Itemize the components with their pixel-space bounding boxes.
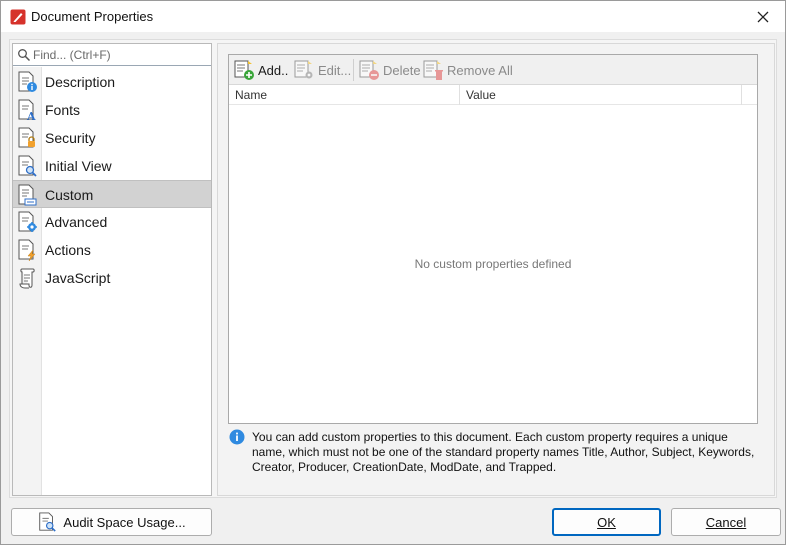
window-title: Document Properties: [31, 9, 154, 24]
sidebar-item-javascript[interactable]: JavaScript: [13, 264, 211, 292]
document-properties-dialog: Document Properties Find... (Ctrl+F) Des…: [0, 0, 786, 545]
column-resize-handle[interactable]: [741, 85, 742, 105]
close-button[interactable]: [741, 1, 785, 32]
audit-space-usage-button[interactable]: Audit Space Usage...: [11, 508, 212, 536]
column-header-name[interactable]: Name: [235, 88, 267, 102]
sidebar-item-label: Actions: [45, 242, 91, 258]
search-input[interactable]: [33, 46, 209, 63]
document-lock-icon: [18, 127, 35, 148]
sidebar-item-label: Advanced: [45, 214, 108, 230]
ok-button-label: OK: [597, 514, 616, 530]
empty-table-message: No custom properties defined: [414, 257, 572, 271]
document-magnifier-icon: [18, 155, 37, 177]
document-custom-icon: [18, 184, 37, 206]
remove-all-button-label: Remove All: [447, 62, 513, 78]
info-icon: [229, 429, 245, 445]
edit-button-label: Edit...: [318, 62, 352, 78]
table-header: Name Value: [229, 85, 757, 105]
sidebar-item-label: Security: [45, 130, 96, 146]
sidebar-item-label: Custom: [45, 187, 94, 203]
category-sidebar: Description A Fonts Security: [12, 43, 212, 496]
sidebar-item-label: Description: [45, 74, 116, 90]
sidebar-item-fonts[interactable]: A Fonts: [13, 96, 211, 124]
custom-properties-table: Add.. Edit... Delete Remove All Name Val…: [228, 54, 758, 424]
delete-button[interactable]: Delete: [358, 58, 421, 82]
sidebar-item-label: Initial View: [45, 158, 112, 174]
add-property-icon: [234, 60, 254, 80]
add-button-label: Add..: [258, 62, 289, 78]
document-info-icon: [18, 71, 37, 92]
svg-text:A: A: [26, 110, 36, 121]
sidebar-item-label: Fonts: [45, 102, 81, 118]
delete-property-icon: [359, 60, 379, 80]
sidebar-item-custom[interactable]: Custom: [13, 180, 211, 208]
remove-all-icon: [423, 60, 443, 80]
search-box: [13, 44, 211, 66]
category-list: Description A Fonts Security Initial Vie…: [13, 68, 211, 292]
info-message: You can add custom properties to this do…: [252, 430, 755, 474]
document-lightning-icon: [18, 239, 36, 261]
delete-button-label: Delete: [383, 62, 421, 78]
ok-button[interactable]: OK: [552, 508, 661, 536]
title-bar: Document Properties: [1, 1, 785, 32]
column-header-value[interactable]: Value: [466, 88, 496, 102]
cancel-button[interactable]: Cancel: [671, 508, 781, 536]
document-magnifier-icon: [39, 512, 57, 532]
sidebar-item-actions[interactable]: Actions: [13, 236, 211, 264]
script-scroll-icon: [19, 268, 35, 289]
search-icon: [18, 49, 31, 62]
audit-button-label: Audit Space Usage...: [63, 514, 186, 530]
cancel-button-label: Cancel: [705, 514, 747, 530]
close-icon: [757, 11, 769, 22]
add-button[interactable]: Add..: [233, 58, 288, 82]
edit-property-icon: [294, 60, 313, 79]
edit-button[interactable]: Edit...: [293, 58, 351, 82]
sidebar-item-security[interactable]: Security: [13, 124, 211, 152]
remove-all-button[interactable]: Remove All: [422, 58, 513, 82]
document-gear-icon: [18, 211, 37, 232]
table-toolbar: Add.. Edit... Delete Remove All: [229, 55, 757, 85]
sidebar-item-initial-view[interactable]: Initial View: [13, 152, 211, 180]
sidebar-item-label: JavaScript: [45, 270, 111, 286]
document-font-icon: A: [18, 99, 36, 121]
column-resize-handle[interactable]: [459, 85, 460, 105]
pdf-app-icon: [10, 9, 26, 25]
sidebar-item-advanced[interactable]: Advanced: [13, 208, 211, 236]
sidebar-item-description[interactable]: Description: [13, 68, 211, 96]
toolbar-separator: [353, 59, 354, 81]
